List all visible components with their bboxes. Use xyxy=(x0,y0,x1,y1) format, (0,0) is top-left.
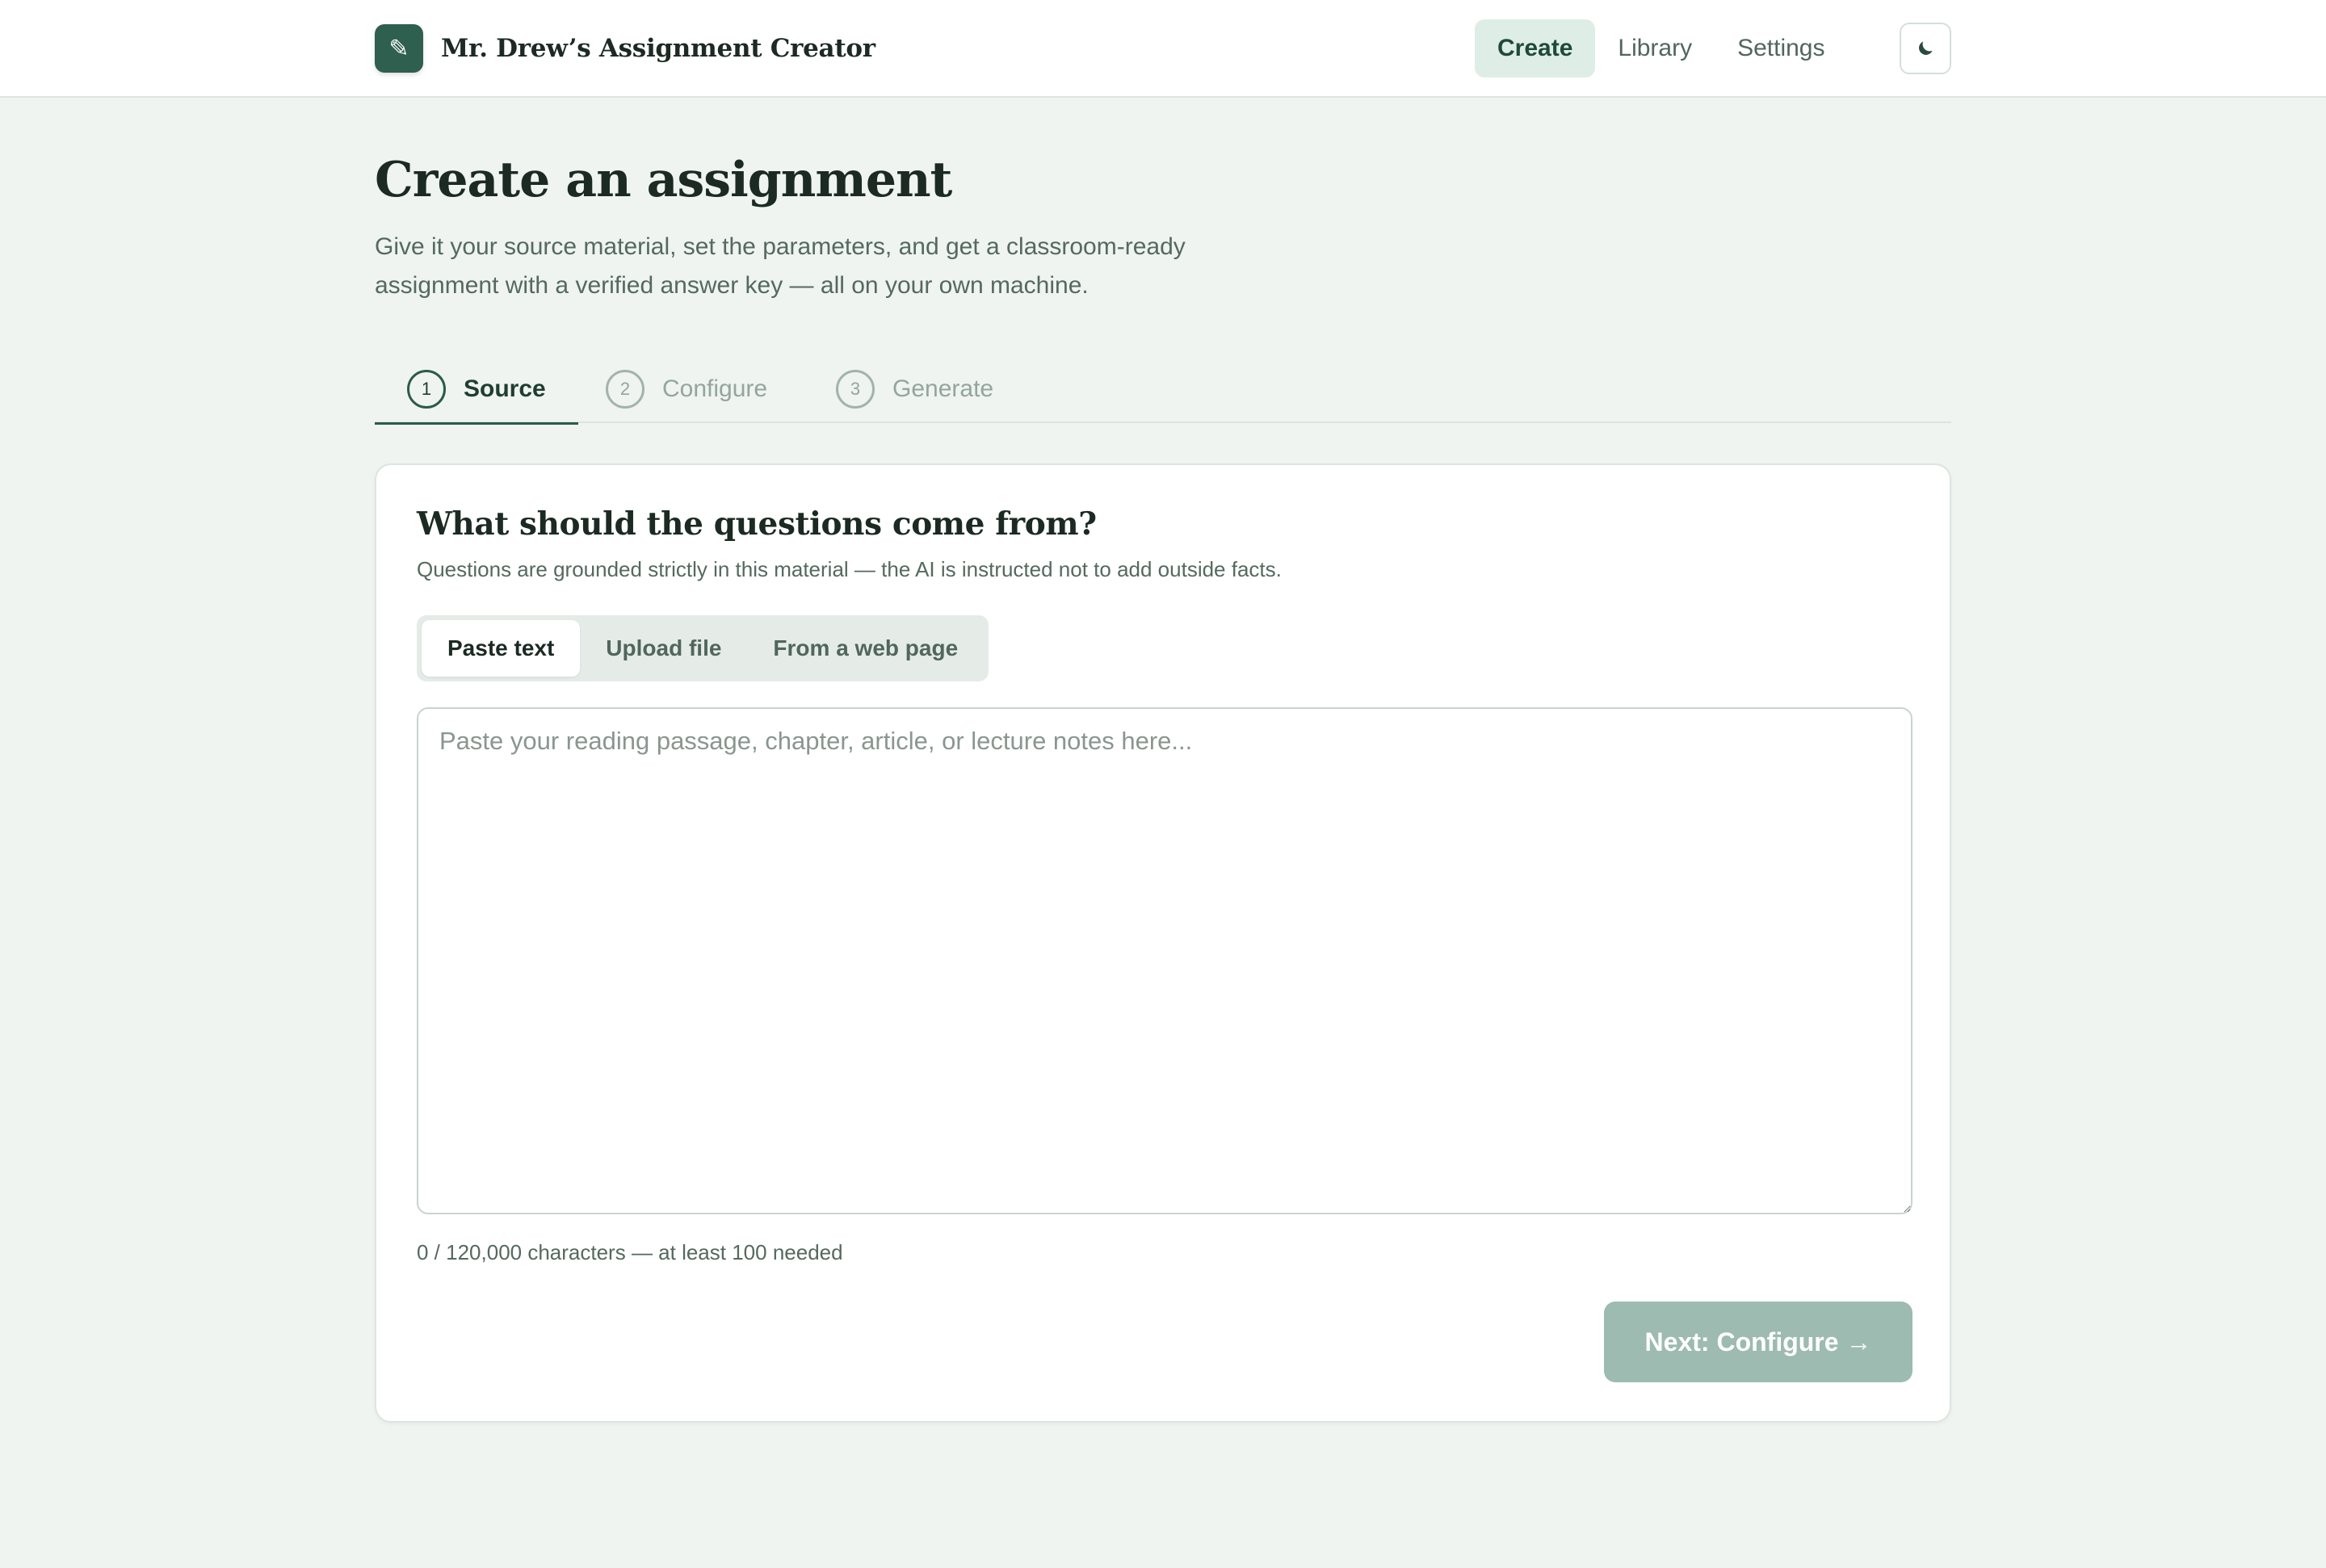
step-configure[interactable]: 2 Configure xyxy=(606,355,767,423)
app-title: Mr. Drew’s Assignment Creator xyxy=(441,34,875,63)
step-number: 1 xyxy=(407,370,446,409)
next-configure-button[interactable]: Next: Configure → xyxy=(1604,1302,1912,1382)
main-nav: Create Library Settings xyxy=(1475,19,1848,78)
source-type-tabs: Paste text Upload file From a web page xyxy=(417,615,989,681)
step-source[interactable]: 1 Source xyxy=(375,355,578,425)
theme-toggle-button[interactable] xyxy=(1900,23,1951,74)
nav-create[interactable]: Create xyxy=(1475,19,1596,78)
source-text-input[interactable] xyxy=(417,707,1912,1214)
page-subtitle: Give it your source material, set the pa… xyxy=(375,233,1186,299)
step-generate[interactable]: 3 Generate xyxy=(836,355,993,423)
page-title: Create an assignment xyxy=(375,152,952,208)
brand[interactable]: ✎ Mr. Drew’s Assignment Creator xyxy=(375,24,875,73)
character-count: 0 / 120,000 characters — at least 100 ne… xyxy=(417,1240,843,1264)
tab-web-page[interactable]: From a web page xyxy=(747,620,984,677)
step-number: 3 xyxy=(836,370,875,409)
step-number: 2 xyxy=(606,370,644,409)
moon-icon xyxy=(1919,41,1933,55)
source-card: What should the questions come from? Que… xyxy=(375,463,1951,1423)
step-label: Generate xyxy=(892,375,994,402)
nav-library[interactable]: Library xyxy=(1595,19,1715,78)
tab-upload-file[interactable]: Upload file xyxy=(580,620,747,677)
card-description: Questions are grounded strictly in this … xyxy=(417,557,1282,581)
pencil-icon: ✎ xyxy=(375,24,423,73)
nav-settings[interactable]: Settings xyxy=(1715,19,1847,78)
step-label: Source xyxy=(464,375,546,402)
top-bar: ✎ Mr. Drew’s Assignment Creator Create L… xyxy=(0,0,2326,98)
card-title: What should the questions come from? xyxy=(417,505,1097,543)
step-indicator: 1 Source 2 Configure 3 Generate xyxy=(375,355,1951,425)
tab-paste-text[interactable]: Paste text xyxy=(422,620,581,677)
step-label: Configure xyxy=(662,375,768,402)
